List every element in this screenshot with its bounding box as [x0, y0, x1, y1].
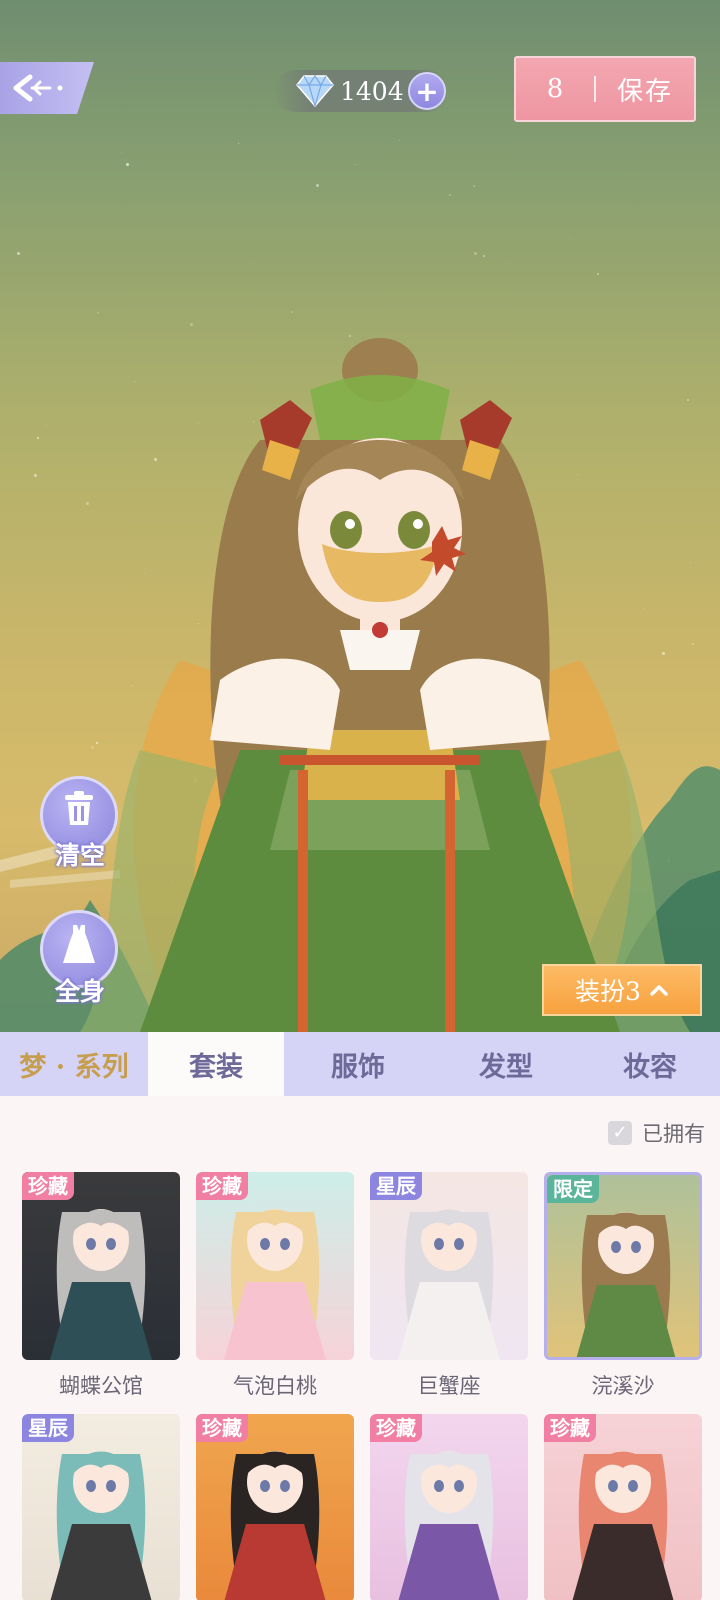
save-label: 保存 [616, 76, 673, 107]
rarity-badge: 星辰 [22, 1414, 74, 1442]
suit-thumbnail: 珍藏 [22, 1172, 180, 1360]
suit-name: 巨蟹座 [417, 1374, 481, 1398]
suit-thumbnail: 星辰 [370, 1172, 528, 1360]
rarity-badge: 珍藏 [544, 1414, 596, 1442]
character-thumbnail-art [224, 1209, 326, 1360]
dressup-stage: 1404 + 8 保存 清空 全身 装扮3 [0, 0, 720, 1032]
category-tabs: 梦 · 系列 套装 服饰 发型 妆容 [0, 1032, 720, 1096]
back-arrow-icon [13, 74, 63, 102]
rarity-badge: 珍藏 [196, 1414, 248, 1442]
character-thumbnail-art [50, 1209, 152, 1360]
trash-icon [65, 791, 93, 825]
character-illustration [80, 338, 690, 1032]
rarity-badge: 限定 [547, 1175, 599, 1203]
suit-thumbnail: 星辰 [22, 1414, 180, 1600]
outfit-slot-label: 装扮3 [575, 977, 641, 1006]
add-diamonds-button[interactable]: + [408, 72, 446, 110]
tab-makeup[interactable]: 妆容 [580, 1032, 720, 1096]
suit-name: 蝴蝶公馆 [59, 1374, 143, 1398]
rarity-badge: 珍藏 [22, 1172, 74, 1200]
suit-card[interactable]: 珍藏气泡白桃 [196, 1172, 354, 1400]
chevron-up-icon [650, 985, 668, 996]
fullbody-label: 全身 [54, 977, 105, 1006]
suit-name: 气泡白桃 [233, 1374, 317, 1398]
suit-card[interactable]: 珍藏蝴蝶公馆 [22, 1172, 180, 1400]
diamond-count: 1404 [340, 77, 404, 106]
suit-card[interactable]: 星辰 [22, 1414, 180, 1600]
suit-card[interactable]: 珍藏 [544, 1414, 702, 1600]
suit-thumbnail: 珍藏 [544, 1414, 702, 1600]
suit-name: 浣溪沙 [591, 1374, 655, 1398]
clear-label: 清空 [54, 841, 105, 870]
suit-card[interactable]: 珍藏 [370, 1414, 528, 1600]
tab-dream-series[interactable]: 梦 · 系列 [0, 1032, 148, 1096]
character-thumbnail-art [398, 1209, 500, 1360]
suit-thumbnail: 珍藏 [370, 1414, 528, 1600]
diamond-icon [296, 74, 334, 108]
tab-hairstyle[interactable]: 发型 [432, 1032, 580, 1096]
owned-label: 已拥有 [642, 1122, 705, 1146]
rarity-badge: 星辰 [370, 1172, 422, 1200]
suit-card[interactable]: 限定浣溪沙 [544, 1172, 702, 1400]
tab-apparel[interactable]: 服饰 [284, 1032, 432, 1096]
save-button[interactable]: 8 保存 [514, 56, 696, 122]
rarity-badge: 珍藏 [196, 1172, 248, 1200]
suit-thumbnail: 珍藏 [196, 1172, 354, 1360]
outfit-slot-button[interactable]: 装扮3 [542, 964, 702, 1016]
owned-checkbox[interactable]: ✓ [608, 1121, 632, 1145]
suit-thumbnail: 珍藏 [196, 1414, 354, 1600]
owned-filter[interactable]: ✓ 已拥有 [608, 1118, 705, 1148]
suit-card[interactable]: 星辰巨蟹座 [370, 1172, 528, 1400]
rarity-badge: 珍藏 [370, 1414, 422, 1442]
save-count: 8 [546, 74, 564, 104]
dress-icon [63, 925, 95, 963]
suit-thumbnail: 限定 [544, 1172, 702, 1360]
suit-card[interactable]: 珍藏 [196, 1414, 354, 1600]
tab-suits[interactable]: 套装 [148, 1032, 284, 1096]
